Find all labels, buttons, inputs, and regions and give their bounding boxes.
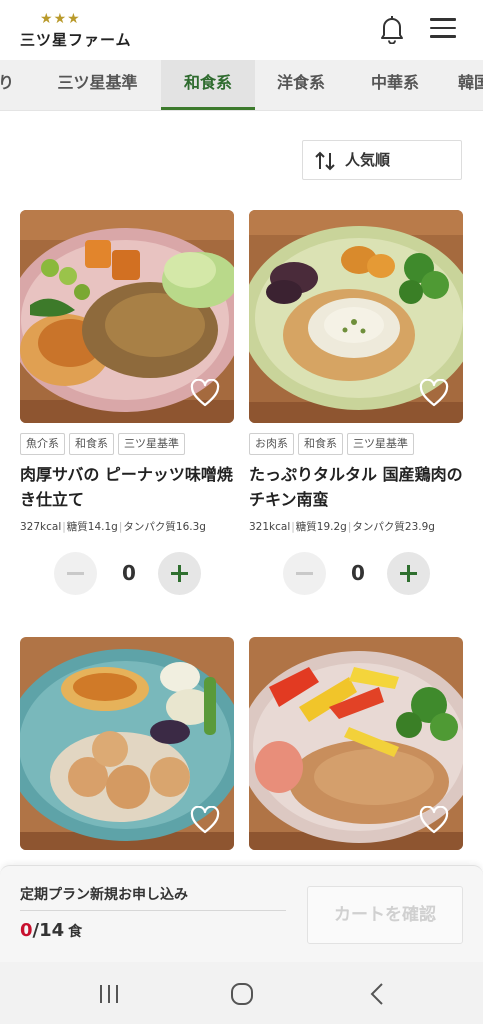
tag-list: 魚介系 和食系 三ツ星基準	[20, 433, 185, 455]
nutrition-info: 321kcal|糖質19.2g|タンパク質23.9g	[249, 521, 435, 533]
plan-label[interactable]: 定期プラン新規お申し込み	[20, 884, 188, 904]
heart-outline-icon[interactable]	[190, 379, 220, 407]
quantity-value: 0	[122, 561, 136, 585]
tab-japanese[interactable]: 和食系	[161, 60, 255, 110]
back-icon[interactable]	[363, 980, 393, 1008]
heart-outline-icon[interactable]	[419, 806, 449, 834]
product-photo[interactable]	[249, 210, 463, 423]
tag-badge: 和食系	[298, 433, 343, 455]
tab-chinese[interactable]: 中華系	[348, 60, 442, 110]
increase-quantity-button[interactable]	[158, 552, 201, 595]
logo-stars: ★ ★ ★	[40, 12, 112, 26]
bell-icon[interactable]	[378, 14, 406, 44]
count-unit: 食	[68, 924, 83, 940]
protein-value: タンパク質16.3g	[123, 521, 206, 533]
divider	[20, 910, 286, 911]
selected-count: 0	[20, 920, 33, 941]
sort-dropdown[interactable]: 人気順	[302, 140, 462, 180]
calories-value: 327kcal	[20, 521, 62, 533]
tab-mitsuboshi-standard[interactable]: 三ツ星基準	[40, 60, 155, 110]
protein-value: タンパク質23.9g	[352, 521, 435, 533]
app-screen: ★ ★ ★ 三ツ星ファーム り 三ツ星基準 和食系 洋食系 中華系 韓国 人気順	[0, 0, 483, 962]
calories-value: 321kcal	[249, 521, 291, 533]
tag-badge: 三ツ星基準	[347, 433, 414, 455]
tab-korean[interactable]: 韓国	[458, 60, 483, 110]
quantity-stepper: 0	[54, 552, 204, 596]
quantity-value: 0	[351, 561, 365, 585]
nutrition-info: 327kcal|糖質14.1g|タンパク質16.3g	[20, 521, 206, 533]
system-nav-bar	[0, 962, 483, 1024]
total-count: /14	[32, 920, 65, 941]
quantity-stepper: 0	[283, 552, 433, 596]
decrease-quantity-button[interactable]	[283, 552, 326, 595]
star-icon: ★	[40, 11, 53, 27]
cart-summary-bar: 定期プラン新規お申し込み 0/14 食 カートを確認	[0, 865, 483, 962]
tag-badge: 三ツ星基準	[118, 433, 185, 455]
tag-badge: お肉系	[249, 433, 294, 455]
product-title[interactable]: 肉厚サバの ピーナッツ味噌焼き仕立て	[20, 462, 234, 512]
increase-quantity-button[interactable]	[387, 552, 430, 595]
header: ★ ★ ★ 三ツ星ファーム	[0, 0, 483, 60]
star-icon: ★	[53, 11, 67, 27]
tag-list: お肉系 和食系 三ツ星基準	[249, 433, 414, 455]
hamburger-menu-icon[interactable]	[430, 18, 456, 40]
product-photo[interactable]	[20, 210, 234, 423]
brand-name: 三ツ星ファーム	[20, 31, 132, 49]
product-photo[interactable]	[20, 637, 234, 850]
category-tabs: り 三ツ星基準 和食系 洋食系 中華系 韓国	[0, 60, 483, 111]
sort-arrows-icon	[315, 151, 335, 171]
decrease-quantity-button[interactable]	[54, 552, 97, 595]
tab-western[interactable]: 洋食系	[255, 60, 347, 110]
tag-badge: 和食系	[69, 433, 114, 455]
view-cart-button[interactable]: カートを確認	[307, 886, 463, 944]
home-icon[interactable]	[227, 980, 257, 1008]
recent-apps-icon[interactable]	[94, 980, 124, 1008]
heart-outline-icon[interactable]	[419, 379, 449, 407]
sort-label: 人気順	[345, 151, 391, 169]
product-title[interactable]: たっぷりタルタル 国産鶏肉のチキン南蛮	[249, 462, 463, 512]
meal-count: 0/14 食	[20, 920, 82, 941]
brand-logo[interactable]: ★ ★ ★ 三ツ星ファーム	[20, 12, 132, 50]
star-icon: ★	[67, 11, 80, 27]
tag-badge: 魚介系	[20, 433, 65, 455]
heart-outline-icon[interactable]	[190, 806, 220, 834]
carbs-value: 糖質19.2g	[295, 521, 347, 533]
product-photo[interactable]	[249, 637, 463, 850]
carbs-value: 糖質14.1g	[66, 521, 118, 533]
tab-partial-left[interactable]: り	[0, 60, 14, 110]
